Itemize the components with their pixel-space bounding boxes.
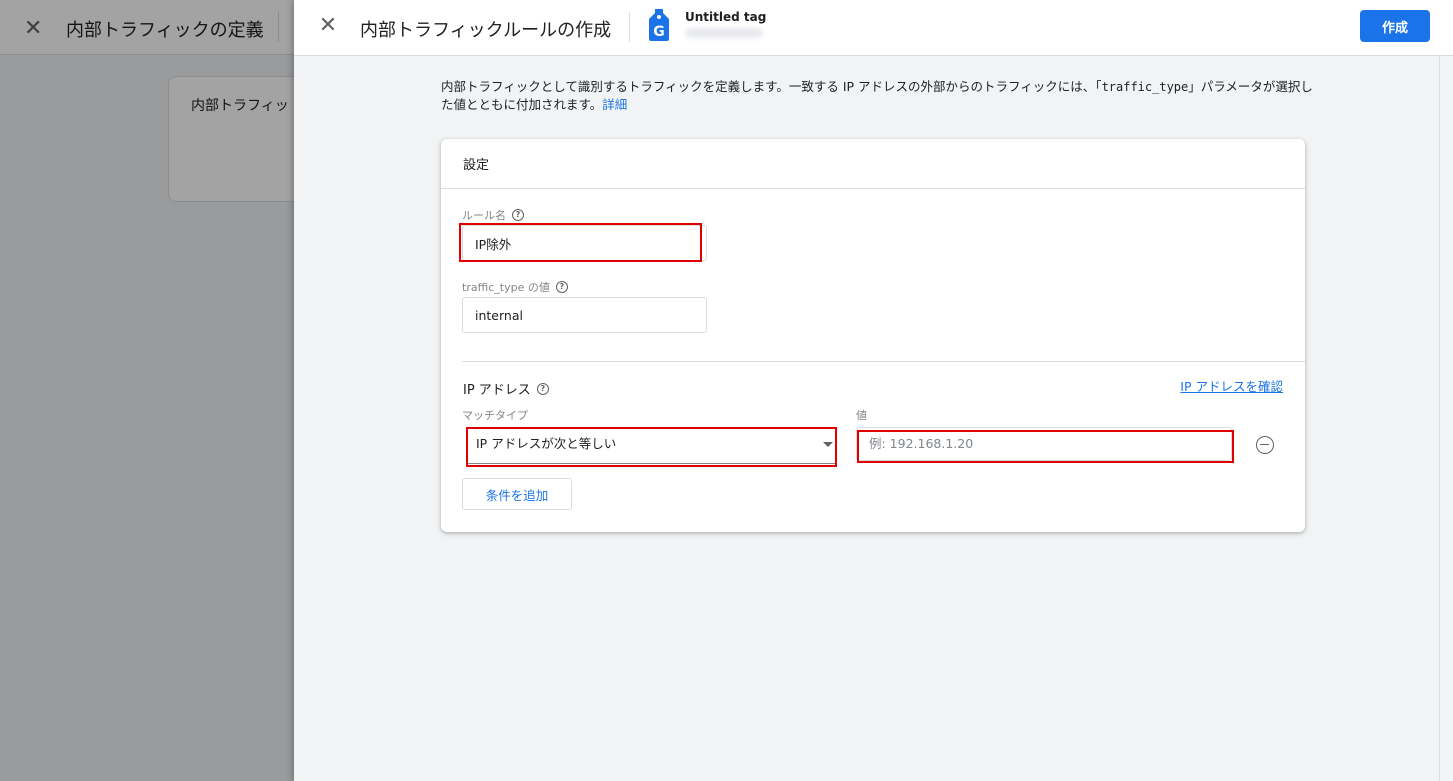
description-code: traffic_type bbox=[1101, 80, 1189, 94]
learn-more-link[interactable]: 詳細 bbox=[602, 97, 627, 112]
match-type-value: IP アドレスが次と等しい bbox=[476, 436, 617, 451]
create-rule-panel: ✕ 内部トラフィックルールの作成 G Untitled tag 作成 内部トラフ… bbox=[294, 0, 1453, 781]
ip-address-section-title: IP アドレス ? bbox=[463, 379, 549, 398]
rule-name-label-text: ルール名 bbox=[462, 209, 506, 222]
value-label: 値 bbox=[856, 409, 867, 422]
match-type-label: マッチタイプ bbox=[462, 409, 528, 422]
rule-name-input[interactable] bbox=[462, 225, 707, 261]
traffic-type-label-text: traffic_type の値 bbox=[462, 281, 550, 294]
create-button[interactable]: 作成 bbox=[1360, 10, 1430, 42]
panel-scrollbar[interactable] bbox=[1439, 56, 1453, 781]
description: 内部トラフィックとして識別するトラフィックを定義します。一致する IP アドレス… bbox=[441, 78, 1316, 114]
help-icon[interactable]: ? bbox=[536, 382, 549, 395]
tag-name: Untitled tag bbox=[685, 10, 767, 24]
rule-name-label: ルール名 ? bbox=[462, 207, 524, 223]
match-type-select[interactable]: IP アドレスが次と等しい bbox=[468, 430, 835, 464]
remove-circle-icon[interactable] bbox=[1256, 436, 1274, 454]
tag-id-redacted bbox=[685, 28, 763, 38]
help-icon[interactable]: ? bbox=[512, 209, 524, 221]
settings-card: 設定 ルール名 ? traffic_type の値 ? IP アドレス ? IP… bbox=[441, 139, 1305, 532]
chevron-down-icon bbox=[823, 442, 833, 447]
section-divider bbox=[462, 361, 1305, 362]
tag-icon: G bbox=[649, 9, 669, 41]
ip-value-input[interactable] bbox=[856, 427, 1232, 461]
traffic-type-input[interactable] bbox=[462, 297, 707, 333]
help-icon[interactable]: ? bbox=[555, 281, 568, 293]
add-condition-button[interactable]: 条件を追加 bbox=[462, 478, 572, 510]
header-separator bbox=[629, 12, 630, 42]
description-text: 内部トラフィックとして識別するトラフィックを定義します。一致する IP アドレス… bbox=[441, 79, 1102, 94]
svg-text:G: G bbox=[653, 24, 665, 40]
close-icon[interactable]: ✕ bbox=[316, 14, 340, 38]
settings-card-title: 設定 bbox=[441, 139, 1305, 189]
ip-address-title-text: IP アドレス bbox=[463, 383, 531, 398]
panel-title: 内部トラフィックルールの作成 bbox=[360, 20, 612, 41]
panel-header: ✕ 内部トラフィックルールの作成 G Untitled tag 作成 bbox=[294, 0, 1453, 56]
traffic-type-label: traffic_type の値 ? bbox=[462, 279, 568, 295]
check-ip-address-link[interactable]: IP アドレスを確認 bbox=[1180, 376, 1283, 395]
